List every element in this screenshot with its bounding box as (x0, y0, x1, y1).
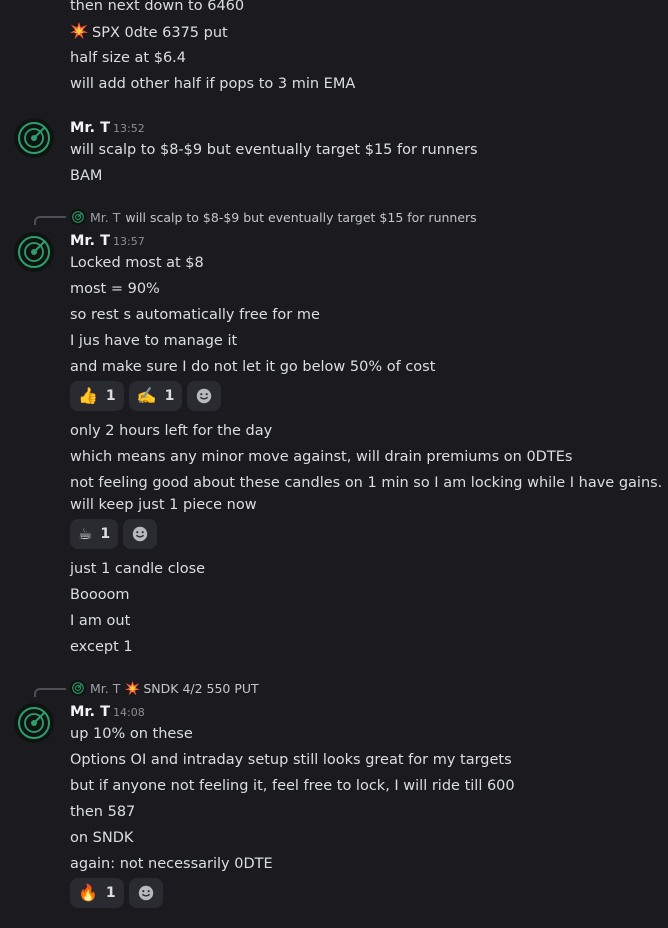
reply-connector (34, 216, 66, 225)
reaction-coffee[interactable]: ☕ 1 (70, 519, 119, 549)
smiley-add-reaction-icon (197, 388, 212, 404)
avatar[interactable] (14, 232, 54, 272)
author-name[interactable]: Mr. T (70, 702, 110, 722)
message-line: again: not necessarily 0DTE (70, 856, 273, 872)
collision-emoji-icon (125, 680, 141, 695)
avatar[interactable] (14, 703, 54, 743)
smiley-add-reaction-icon (138, 885, 153, 901)
reply-preview[interactable]: Mr. T SNDK 4/2 550 PUT (70, 679, 259, 697)
reaction-bar: 🔥 1 (70, 878, 163, 908)
reply-text: SNDK 4/2 550 PUT (143, 680, 259, 696)
message-text: SPX 0dte 6375 put (92, 25, 228, 41)
message-line: will add other half if pops to 3 min EMA (70, 76, 356, 92)
radar-avatar-icon (18, 707, 50, 739)
reaction-writing-hand[interactable]: ✍️ 1 (128, 381, 183, 411)
add-reaction-button[interactable] (123, 519, 158, 549)
reaction-bar: ☕ 1 (70, 519, 158, 549)
reaction-count: 1 (105, 388, 116, 404)
message-line: Boooom (70, 587, 130, 603)
message-line: up 10% on these (70, 726, 193, 742)
reply-author: Mr. T (90, 680, 121, 696)
reaction-thumbs-up[interactable]: 👍 1 (70, 381, 124, 411)
radar-avatar-icon (18, 122, 50, 154)
reaction-bar: 👍 1 ✍️ 1 (70, 381, 222, 411)
fire-icon: 🔥 (78, 883, 98, 902)
add-reaction-button[interactable] (128, 878, 163, 908)
message-line: but if anyone not feeling it, feel free … (70, 778, 515, 794)
author-name[interactable]: Mr. T (70, 118, 110, 138)
reaction-count: 1 (164, 388, 175, 404)
reply-text: will scalp to $8-$9 but eventually targe… (125, 209, 477, 225)
message-line: will scalp to $8-$9 but eventually targe… (70, 142, 478, 158)
message-line: half size at $6.4 (70, 50, 187, 66)
radar-avatar-icon (18, 236, 50, 268)
timestamp: 13:57 (113, 235, 145, 248)
message-line: BAM (70, 168, 103, 184)
message-line: I jus have to manage it (70, 333, 238, 349)
collision-emoji-icon (70, 22, 88, 40)
message-line: then 587 (70, 804, 136, 820)
message-line: I am out (70, 613, 131, 629)
thumbs-up-icon: 👍 (78, 386, 98, 405)
message-line: then next down to 6460 (70, 0, 245, 14)
message-line: Options OI and intraday setup still look… (70, 752, 512, 768)
reaction-count: 1 (105, 885, 116, 901)
message-line: just 1 candle close (70, 561, 206, 577)
reaction-count: 1 (100, 526, 111, 542)
add-reaction-button[interactable] (187, 381, 222, 411)
timestamp: 14:08 (113, 706, 145, 719)
message-line: Locked most at $8 (70, 255, 204, 271)
message-line: which means any minor move against, will… (70, 449, 573, 465)
writing-hand-icon: ✍️ (136, 386, 157, 405)
message-line: only 2 hours left for the day (70, 423, 273, 439)
coffee-icon: ☕ (78, 524, 93, 543)
message-line: except 1 (70, 639, 133, 655)
radar-avatar-icon (70, 209, 86, 225)
message-line: on SNDK (70, 830, 134, 846)
reply-author: Mr. T (90, 209, 121, 225)
chat-message-list: then next down to 6460 SPX 0dte 6375 put… (0, 0, 668, 928)
timestamp: 13:52 (113, 122, 145, 135)
reply-connector (34, 688, 66, 697)
reaction-fire[interactable]: 🔥 1 (70, 878, 124, 908)
message-line: not feeling good about these candles on … (70, 475, 663, 491)
message-line: so rest s automatically free for me (70, 307, 320, 323)
radar-avatar-icon (70, 680, 86, 696)
smiley-add-reaction-icon (132, 526, 148, 542)
message-line: will keep just 1 piece now (70, 497, 257, 513)
message-line: and make sure I do not let it go below 5… (70, 359, 436, 375)
message-line: most = 90% (70, 281, 160, 297)
reply-preview[interactable]: Mr. T will scalp to $8-$9 but eventually… (70, 208, 477, 226)
author-name[interactable]: Mr. T (70, 231, 110, 251)
message-line: SPX 0dte 6375 put (70, 22, 228, 43)
avatar[interactable] (14, 118, 54, 158)
